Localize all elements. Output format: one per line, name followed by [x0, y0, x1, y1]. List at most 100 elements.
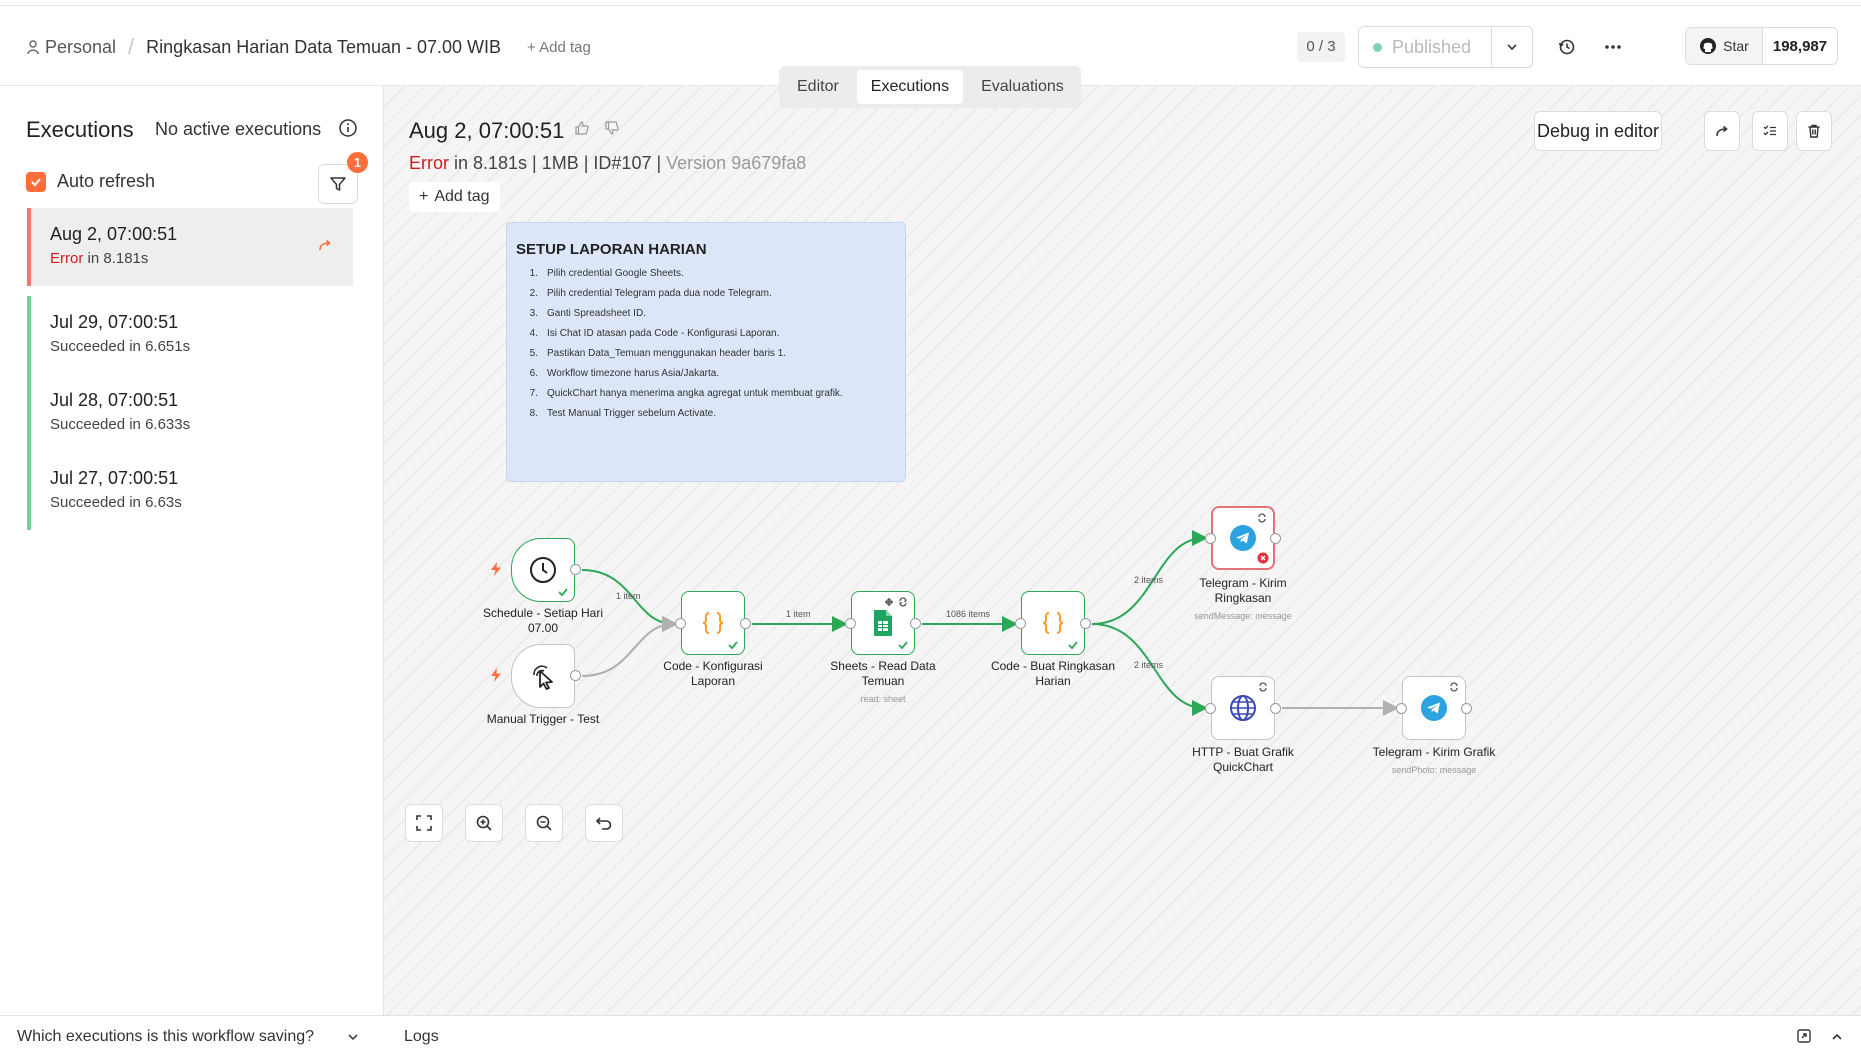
reset-zoom-button[interactable]: [585, 804, 623, 842]
node-http-quickchart[interactable]: [1211, 676, 1275, 740]
github-star-button[interactable]: Star: [1686, 28, 1763, 64]
execution-item[interactable]: Jul 27, 07:00:51 Succeeded in 6.63s: [27, 452, 353, 530]
success-check-icon: [728, 641, 738, 650]
auto-refresh-checkbox[interactable]: [26, 171, 46, 192]
logs-panel[interactable]: Logs: [384, 1015, 1861, 1048]
output-port[interactable]: [570, 670, 581, 681]
redo-icon: [1716, 125, 1728, 137]
output-port[interactable]: [740, 618, 751, 629]
publish-dropdown-button[interactable]: [1492, 27, 1532, 67]
output-port[interactable]: [570, 564, 581, 575]
delete-execution-button[interactable]: [1796, 111, 1832, 151]
code-braces-icon: [702, 612, 724, 634]
edge-label: 1086 items: [946, 609, 991, 619]
node-schedule[interactable]: [511, 538, 575, 602]
node-label: Code - Konfigurasi Laporan: [663, 659, 763, 688]
history-button[interactable]: [1554, 34, 1580, 60]
workflow-canvas[interactable]: Aug 2, 07:00:51 Error in 8.181s | 1MB | …: [384, 86, 1861, 1016]
telegram-icon: [1230, 525, 1256, 551]
open-panel-icon[interactable]: [1796, 1028, 1812, 1044]
filter-icon: [330, 177, 346, 191]
zoom-out-button[interactable]: [525, 804, 563, 842]
github-icon: [1700, 38, 1717, 54]
input-port[interactable]: [1205, 703, 1216, 714]
trash-icon: [1808, 124, 1820, 138]
input-port[interactable]: [1205, 533, 1216, 544]
error-icon: [1257, 552, 1269, 564]
execution-item-error[interactable]: Aug 2, 07:00:51 Error in 8.181s: [27, 208, 353, 286]
publish-label: Published: [1392, 36, 1472, 57]
output-port[interactable]: [1080, 618, 1091, 629]
refresh-icon: [1450, 682, 1458, 692]
retry-icon[interactable]: [317, 238, 333, 259]
execution-item[interactable]: Jul 29, 07:00:51 Succeeded in 6.651s: [27, 296, 353, 374]
node-telegram-chart[interactable]: [1402, 676, 1466, 740]
breadcrumb-project[interactable]: Personal: [45, 37, 116, 58]
telegram-icon: [1421, 695, 1447, 721]
node-label: Telegram - Kirim Ringkasan sendMessage: m…: [1173, 576, 1313, 624]
output-port[interactable]: [1270, 533, 1281, 544]
execution-duration: in 8.181s: [83, 250, 149, 267]
chevron-up-icon[interactable]: [1830, 1030, 1844, 1044]
node-code-summary[interactable]: [1021, 591, 1085, 655]
sticky-list-item: 8. Test Manual Trigger sebelum Activate.: [529, 408, 716, 419]
tab-executions[interactable]: Executions: [856, 70, 964, 104]
saving-settings-label: Which executions is this workflow saving…: [17, 1028, 315, 1045]
node-code-config[interactable]: [681, 591, 745, 655]
sticky-list-item: 6. Workflow timezone harus Asia/Jakarta.: [529, 368, 720, 379]
sticky-title: SETUP LAPORAN HARIAN: [516, 241, 707, 258]
debug-in-editor-button[interactable]: Debug in editor: [1534, 111, 1662, 151]
success-check-icon: [1068, 641, 1078, 650]
input-port[interactable]: [845, 618, 856, 629]
sticky-note[interactable]: SETUP LAPORAN HARIAN 1. Pilih credential …: [506, 222, 906, 482]
tab-editor[interactable]: Editor: [783, 70, 853, 104]
node-label: Telegram - Kirim Grafik sendPhoto: messag…: [1364, 745, 1504, 778]
workflow-name[interactable]: Ringkasan Harian Data Temuan - 07.00 WIB: [146, 37, 501, 58]
execution-date: Jul 28, 07:00:51: [50, 390, 179, 410]
canvas-add-tag[interactable]: + Add tag: [409, 182, 500, 212]
zoom-in-icon: [476, 815, 492, 831]
header-add-tag[interactable]: + Add tag: [527, 39, 591, 56]
output-port[interactable]: [910, 618, 921, 629]
execution-date: Aug 2, 07:00:51: [50, 224, 178, 244]
execution-meta: Error in 8.181s | 1MB | ID#107 | Version…: [409, 153, 806, 174]
output-port[interactable]: [1461, 703, 1472, 714]
fit-view-icon: [416, 815, 432, 831]
input-port[interactable]: [1396, 703, 1407, 714]
execution-status: Error in 8.181s: [50, 250, 353, 267]
github-star-count: 198,987: [1772, 37, 1828, 55]
published-dot: [1373, 42, 1382, 52]
fit-view-button[interactable]: [405, 804, 443, 842]
node-telegram-summary[interactable]: [1211, 506, 1275, 570]
info-icon[interactable]: [338, 118, 358, 143]
output-port[interactable]: [1270, 703, 1281, 714]
clock-icon: [530, 557, 556, 583]
execution-status: Succeeded in 6.63s: [50, 494, 182, 511]
zoom-in-button[interactable]: [465, 804, 503, 842]
publish-button[interactable]: Published: [1359, 27, 1492, 67]
thumbs-down-icon[interactable]: [604, 120, 620, 136]
execution-status: Succeeded in 6.633s: [50, 416, 191, 433]
node-sheets-read[interactable]: [851, 591, 915, 655]
execution-item[interactable]: Jul 28, 07:00:51 Succeeded in 6.633s: [27, 374, 353, 452]
tab-evaluations[interactable]: Evaluations: [967, 70, 1078, 104]
history-icon: [1558, 39, 1575, 55]
retry-execution-button[interactable]: [1704, 111, 1740, 151]
filter-count-badge: 1: [347, 152, 368, 173]
node-label: Manual Trigger - Test: [486, 712, 600, 726]
execution-title: Aug 2, 07:00:51: [409, 118, 565, 143]
more-options-button[interactable]: [1600, 34, 1626, 60]
auto-refresh-toggle[interactable]: Auto refresh: [26, 171, 155, 192]
no-active-executions: No active executions: [155, 119, 322, 139]
node-manual-trigger[interactable]: [511, 644, 575, 708]
input-port[interactable]: [675, 618, 686, 629]
saving-settings-toggle[interactable]: Which executions is this workflow saving…: [0, 1015, 384, 1048]
github-star-widget[interactable]: Star 198,987: [1685, 27, 1838, 65]
node-label: Schedule - Setiap Hari 07.00: [482, 606, 604, 635]
code-braces-icon: [1042, 612, 1064, 634]
input-port[interactable]: [1015, 618, 1026, 629]
google-sheets-icon: [874, 610, 892, 636]
execution-status-word: Error: [50, 250, 84, 267]
annotate-button[interactable]: [1752, 111, 1788, 151]
thumbs-up-icon[interactable]: [574, 120, 590, 136]
